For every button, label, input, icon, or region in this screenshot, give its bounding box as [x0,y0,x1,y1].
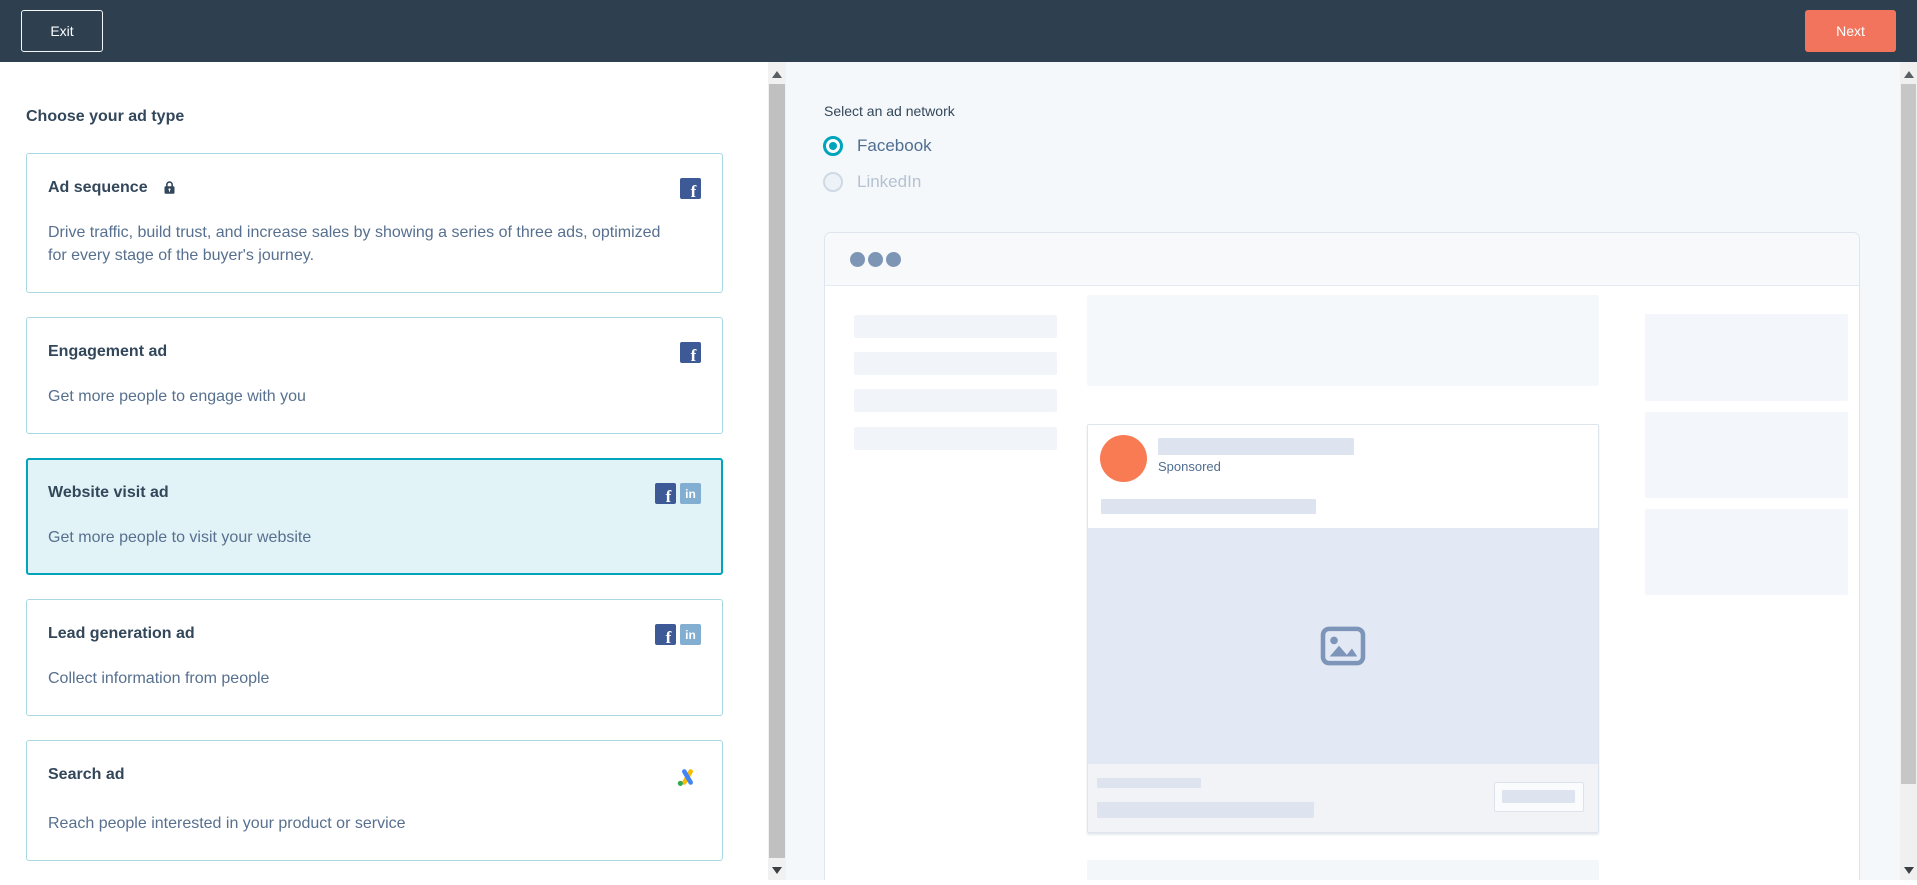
scroll-up-arrow-icon[interactable] [1903,71,1914,78]
ad-type-card-list: Ad sequence f Drive traffic, build trust… [26,153,723,885]
card-header: Search ad [48,765,701,790]
facebook-ad-mockup: Sponsored [1087,424,1599,833]
ad-type-panel: Choose your ad type Ad sequence f Drive … [0,62,768,880]
facebook-icon: f [655,624,676,645]
card-header: Ad sequence f [48,178,701,199]
page-name-placeholder [1158,438,1354,455]
lock-icon [164,181,175,194]
page-title: Choose your ad type [26,108,185,125]
radio-linkedin[interactable]: LinkedIn [823,172,921,192]
ad-type-card-ad-sequence[interactable]: Ad sequence f Drive traffic, build trust… [26,153,723,293]
linkedin-icon: in [680,483,701,504]
page-scrollbar[interactable] [1900,62,1917,880]
ad-image-placeholder [1088,528,1598,764]
network-icon-group [674,765,701,790]
card-title: Engagement ad [48,343,168,360]
radio-label: Facebook [857,136,932,155]
ad-preview-frame: Sponsored [824,232,1860,880]
card-description: Get more people to engage with you [48,388,306,405]
card-description: Reach people interested in your product … [48,815,406,832]
cta-button-placeholder [1494,782,1584,812]
preview-widget-placeholder [1645,412,1848,498]
ad-title-placeholder [1097,802,1314,818]
left-scrollbar-thumb[interactable] [769,84,785,858]
card-header: Lead generation ad f in [48,624,701,645]
linkedin-icon: in [680,624,701,645]
browser-dot-icon [868,252,883,267]
card-title: Search ad [48,766,125,783]
scroll-down-arrow-icon[interactable] [772,867,782,874]
avatar [1100,435,1147,482]
ad-type-card-search[interactable]: Search ad Reach people interested in you… [26,740,723,861]
radio-selected-icon[interactable] [823,136,843,156]
preview-composer-placeholder [1087,295,1599,386]
ad-type-card-website-visit[interactable]: Website visit ad f in Get more people to… [26,458,723,575]
card-description: Get more people to visit your website [48,529,312,546]
exit-button[interactable]: Exit [21,10,103,52]
network-icon-group: f in [655,483,701,504]
facebook-icon: f [655,483,676,504]
image-icon [1320,626,1366,666]
browser-dots [850,252,901,267]
card-header: Engagement ad f [48,342,701,363]
card-title: Lead generation ad [48,625,195,642]
facebook-icon: f [680,342,701,363]
card-description: Drive traffic, build trust, and increase… [48,224,661,264]
next-button[interactable]: Next [1805,10,1896,52]
ad-footer [1088,764,1598,832]
ad-text-placeholder [1101,499,1316,514]
sponsored-label: Sponsored [1158,459,1221,474]
preview-sidebar-placeholder [854,427,1057,450]
preview-widget-placeholder [1645,314,1848,401]
radio-unselected-icon[interactable] [823,172,843,192]
facebook-icon: f [680,178,701,199]
scroll-up-arrow-icon[interactable] [772,71,782,78]
left-panel-scrollbar[interactable] [768,62,786,880]
ad-type-card-lead-generation[interactable]: Lead generation ad f in Collect informat… [26,599,723,716]
network-icon-group: f in [655,624,701,645]
network-section-label: Select an ad network [824,103,955,119]
ad-type-card-engagement[interactable]: Engagement ad f Get more people to engag… [26,317,723,434]
browser-dot-icon [886,252,901,267]
scroll-down-arrow-icon[interactable] [1903,867,1914,874]
preview-widget-placeholder [1645,509,1848,595]
radio-facebook[interactable]: Facebook [823,136,932,156]
page-scrollbar-thumb[interactable] [1901,84,1916,784]
google-ads-icon [677,769,693,786]
ad-domain-placeholder [1097,778,1201,788]
card-title-text: Ad sequence [48,179,148,196]
top-navigation-bar: Exit Next [0,0,1917,62]
cta-label-placeholder [1502,790,1575,803]
browser-chrome-bar [825,233,1859,286]
card-title: Website visit ad [48,484,169,501]
preview-sidebar-placeholder [854,315,1057,338]
card-header: Website visit ad f in [48,483,701,504]
network-icon-group: f [680,342,701,363]
preview-sidebar-placeholder [854,389,1057,412]
browser-dot-icon [850,252,865,267]
card-title: Ad sequence [48,178,177,198]
radio-label: LinkedIn [857,172,922,191]
network-icon-group: f [680,178,701,199]
preview-sidebar-placeholder [854,352,1057,375]
card-description: Collect information from people [48,670,270,687]
ad-network-panel: Select an ad network Facebook LinkedIn S… [786,62,1900,880]
radio-dot [829,142,837,150]
preview-next-post-placeholder [1087,860,1599,880]
